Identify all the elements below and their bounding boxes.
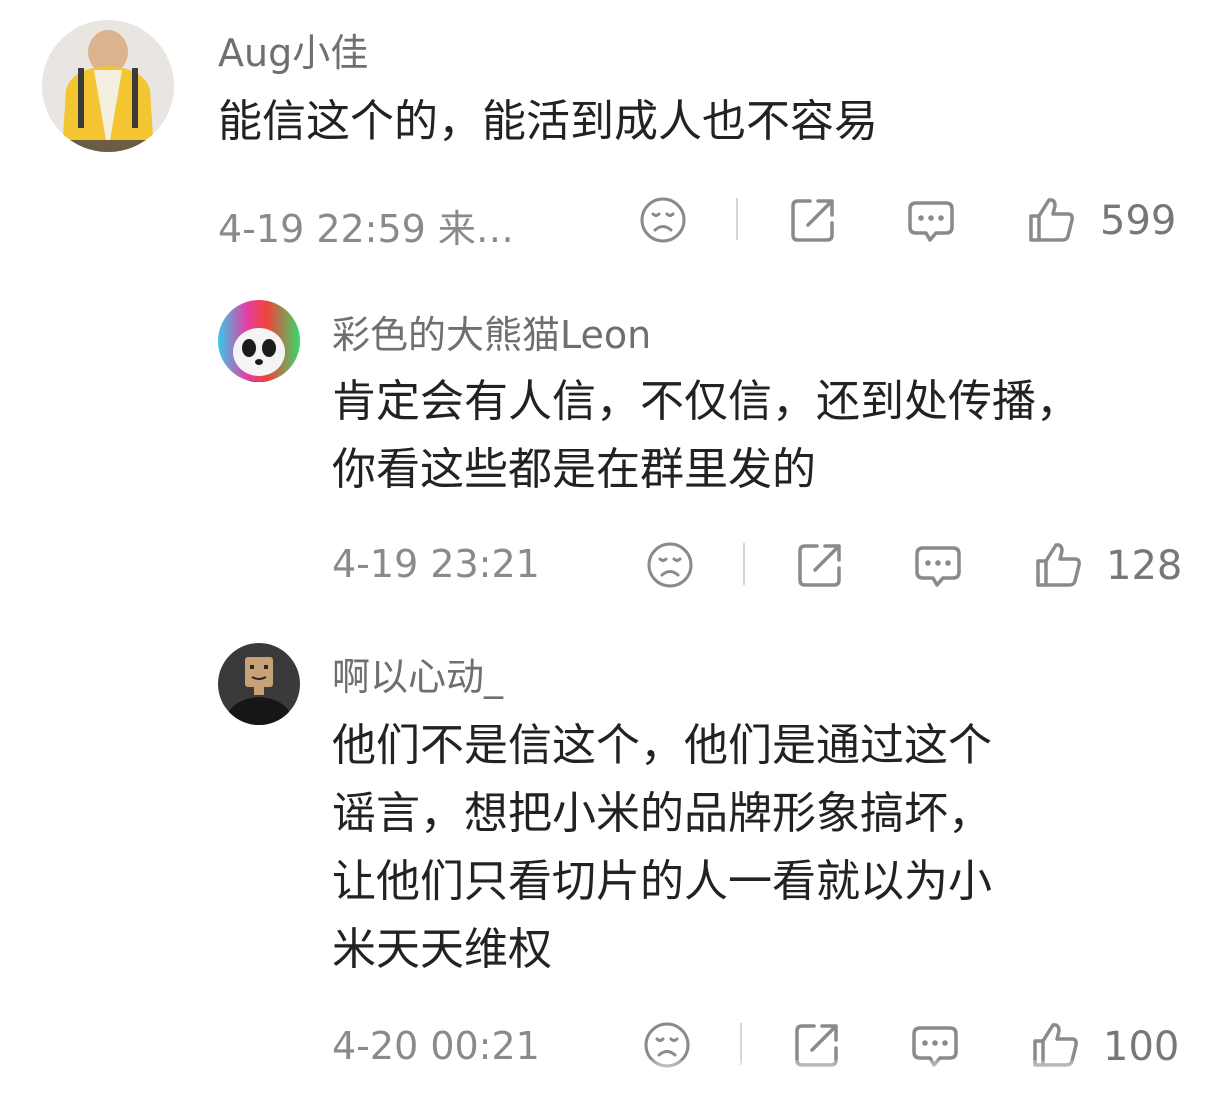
username[interactable]: Aug小佳 (218, 22, 368, 77)
divider (736, 198, 738, 240)
avatar[interactable] (218, 643, 300, 725)
sad-face-icon[interactable] (638, 195, 688, 245)
comment-text: 能信这个的，能活到成人也不容易 (218, 96, 878, 147)
timestamp: 4-19 22:59 来… (218, 207, 514, 251)
divider (740, 1023, 742, 1065)
comment-bubble-icon[interactable] (913, 540, 963, 590)
thumbs-up-icon[interactable] (1033, 540, 1083, 590)
bottom-fade-overlay (0, 1060, 1216, 1098)
divider (743, 543, 745, 585)
comment-text: 他们不是信这个，他们是通过这个 谣言，想把小米的品牌形象搞坏， 让他们只看切片的… (332, 720, 992, 975)
avatar[interactable] (42, 20, 174, 152)
username[interactable]: 彩色的大熊猫Leon (332, 304, 651, 359)
comment-bubble-icon[interactable] (906, 195, 956, 245)
avatar[interactable] (218, 300, 300, 382)
share-icon[interactable] (788, 195, 838, 245)
username[interactable]: 啊以心动_ (332, 646, 503, 701)
comment-text: 肯定会有人信，不仅信，还到处传播， 你看这些都是在群里发的 (332, 376, 1080, 495)
like-count: 599 (1100, 198, 1177, 244)
thumbs-up-icon[interactable] (1026, 195, 1076, 245)
share-icon[interactable] (795, 540, 845, 590)
like-count: 128 (1106, 543, 1183, 589)
sad-face-icon[interactable] (645, 540, 695, 590)
timestamp: 4-19 23:21 (332, 542, 540, 586)
